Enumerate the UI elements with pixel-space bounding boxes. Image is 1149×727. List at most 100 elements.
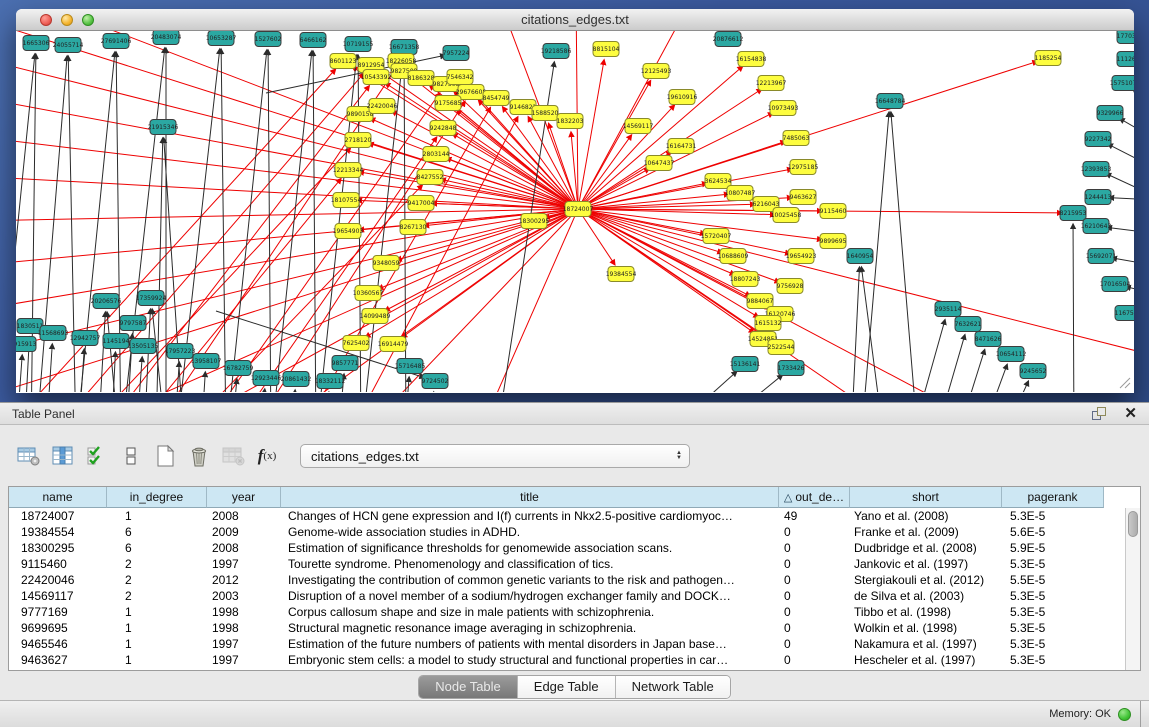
graph-node[interactable]: 18332112 <box>315 374 346 389</box>
graph-node[interactable]: 8186328 <box>408 71 435 86</box>
graph-node[interactable]: 7625402 <box>343 336 370 351</box>
graph-node[interactable]: 19384554 <box>606 267 637 282</box>
graph-node[interactable]: 19218586 <box>541 44 572 59</box>
graph-node[interactable]: 10654112 <box>996 347 1027 362</box>
column-header-year[interactable]: year <box>207 487 281 508</box>
graph-node[interactable]: 16164731 <box>666 139 697 154</box>
graph-node[interactable]: 17359924 <box>136 291 167 306</box>
graph-node[interactable]: 10360567 <box>353 286 384 301</box>
graph-node[interactable]: 9724502 <box>422 374 449 389</box>
graph-node[interactable]: 1640954 <box>847 249 874 264</box>
graph-node[interactable]: 16782759 <box>223 361 254 376</box>
graph-node[interactable]: 10025458 <box>771 208 802 223</box>
graph-node[interactable]: 17016504 <box>1100 277 1131 292</box>
graph-node[interactable]: 8454749 <box>483 91 510 106</box>
graph-node[interactable]: 2935114 <box>935 302 962 317</box>
graph-node[interactable]: 9797587 <box>120 316 147 331</box>
graph-node[interactable]: 10688609 <box>718 249 749 264</box>
graph-node[interactable]: 10719155 <box>343 37 374 52</box>
graph-node[interactable]: 1185254 <box>1035 51 1062 66</box>
graph-node[interactable]: 12393853 <box>1081 162 1112 177</box>
graph-node[interactable]: 12125493 <box>641 64 672 79</box>
table-row[interactable]: 1456911722003Disruption of a novel membe… <box>9 588 1140 604</box>
table-row[interactable]: 1830029562008Estimation of significance … <box>9 540 1140 556</box>
table-select-combobox[interactable]: citations_edges.txt ▲▼ <box>300 444 690 468</box>
tab-edge-table[interactable]: Edge Table <box>518 676 616 698</box>
graph-node[interactable]: 15751074 <box>1110 76 1134 91</box>
resize-grip-icon[interactable] <box>1120 378 1130 388</box>
graph-node[interactable]: 9756928 <box>777 279 804 294</box>
graph-node[interactable]: 14099489 <box>360 309 391 324</box>
row-height-icon[interactable] <box>116 442 146 470</box>
graph-node[interactable]: 16648784 <box>875 94 906 109</box>
graph-node[interactable]: 16671358 <box>389 40 420 55</box>
graph-node[interactable]: 9348059 <box>373 256 400 271</box>
graph-node[interactable]: 1615132 <box>755 316 782 331</box>
graph-node[interactable]: 10543392 <box>361 70 392 85</box>
graph-node[interactable]: 10647437 <box>644 156 675 171</box>
graph-node[interactable]: 1167533 <box>1115 306 1134 321</box>
graph-node[interactable]: 8471626 <box>975 332 1002 347</box>
graph-node[interactable]: 1527602 <box>255 32 282 47</box>
graph-node[interactable]: 2718120 <box>345 133 372 148</box>
graph-node[interactable]: 22420046 <box>367 99 398 114</box>
delete-trash-icon[interactable] <box>184 442 214 470</box>
graph-node[interactable]: 15136141 <box>730 357 761 372</box>
graph-node[interactable]: 12942757 <box>70 331 101 346</box>
graph-node[interactable]: 15716485 <box>395 359 426 374</box>
graph-node[interactable]: 12923446 <box>251 371 282 386</box>
graph-node[interactable]: 11568693 <box>38 326 69 341</box>
table-settings-icon[interactable] <box>14 442 44 470</box>
column-header-title[interactable]: title <box>281 487 779 508</box>
function-builder-icon[interactable]: f(x) <box>252 442 282 470</box>
table-row[interactable]: 1938455462009Genome-wide association stu… <box>9 524 1140 540</box>
graph-node[interactable]: 1145194 <box>103 334 130 349</box>
graph-node[interactable]: 20206576 <box>91 294 122 309</box>
graph-node[interactable]: 8427552 <box>417 170 444 185</box>
graph-node[interactable]: 18724007 <box>563 202 594 217</box>
graph-node[interactable]: 19654903 <box>333 224 364 239</box>
graph-node[interactable]: 18807243 <box>730 272 761 287</box>
graph-node[interactable]: 8267130 <box>400 220 427 235</box>
column-edit-icon[interactable] <box>48 442 78 470</box>
network-canvas[interactable]: 1665306240557142769140620483074106532871… <box>16 31 1134 393</box>
graph-node[interactable]: 20483074 <box>151 31 182 45</box>
graph-node[interactable]: 20861432 <box>281 372 312 387</box>
column-header-outde[interactable]: △out_de… <box>779 487 850 508</box>
float-panel-icon[interactable] <box>1092 407 1108 421</box>
table-row[interactable]: 946362711997Embryonic stem cells: a mode… <box>9 652 1140 668</box>
table-row[interactable]: 911546021997Tourette syndrome. Phenomeno… <box>9 556 1140 572</box>
graph-node[interactable]: 16914479 <box>378 337 409 352</box>
graph-node[interactable]: 8815104 <box>593 42 620 57</box>
graph-node[interactable]: 1770312 <box>1117 31 1134 44</box>
graph-node[interactable]: 2803144 <box>423 147 450 162</box>
graph-node[interactable]: 1832203 <box>557 114 584 129</box>
graph-node[interactable]: 10653287 <box>206 31 237 46</box>
column-header-name[interactable]: name <box>9 487 107 508</box>
graph-node[interactable]: 7485063 <box>783 131 810 146</box>
graph-node[interactable]: 7957224 <box>443 46 470 61</box>
tab-node-table[interactable]: Node Table <box>419 676 518 698</box>
graph-node[interactable]: 9245652 <box>1020 364 1047 379</box>
window-titlebar[interactable]: citations_edges.txt <box>16 9 1134 31</box>
graph-node[interactable]: 19610916 <box>667 90 698 105</box>
graph-node[interactable]: 8601123 <box>330 54 357 69</box>
graph-node[interactable]: 19654923 <box>786 249 817 264</box>
graph-node[interactable]: 24055714 <box>53 38 84 53</box>
graph-node[interactable]: 21915346 <box>148 120 179 135</box>
column-header-indegree[interactable]: in_degree <box>107 487 207 508</box>
graph-node[interactable]: 27691406 <box>101 34 132 49</box>
graph-node[interactable]: 9115460 <box>820 204 847 219</box>
graph-node[interactable]: 12213967 <box>756 76 787 91</box>
graph-node[interactable]: 9242848 <box>430 121 457 136</box>
graph-node[interactable]: 1733426 <box>778 361 805 376</box>
graph-node[interactable]: 3915913 <box>16 337 37 352</box>
select-rows-check-icon[interactable] <box>82 442 112 470</box>
graph-node[interactable]: 16210643 <box>1081 219 1112 234</box>
close-panel-icon[interactable]: ✕ <box>1124 407 1137 421</box>
graph-node[interactable]: 15692071 <box>1086 249 1117 264</box>
graph-node[interactable]: 15720407 <box>701 229 732 244</box>
table-row[interactable]: 977716911998Corpus callosum shape and si… <box>9 604 1140 620</box>
graph-node[interactable]: 14569117 <box>623 119 654 134</box>
graph-node[interactable]: 9417004 <box>408 196 435 211</box>
